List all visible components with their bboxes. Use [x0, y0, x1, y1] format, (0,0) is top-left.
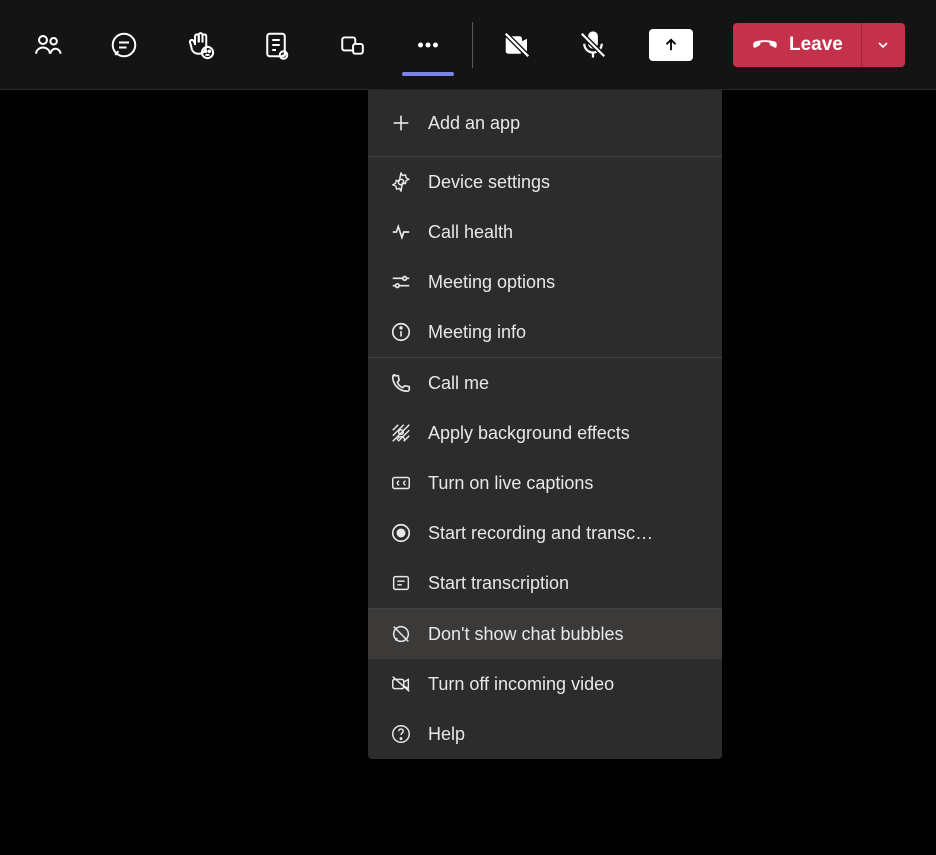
reactions-icon: [185, 30, 215, 60]
menu-item-start-transcription[interactable]: Start transcription: [368, 558, 722, 608]
phone-icon: [390, 372, 412, 394]
menu-item-start-recording[interactable]: Start recording and transc…: [368, 508, 722, 558]
menu-label: Call me: [428, 373, 489, 394]
menu-item-device-settings[interactable]: Device settings: [368, 157, 722, 207]
menu-label: Turn on live captions: [428, 473, 593, 494]
more-actions-menu: Add an app Device settings Call health M…: [368, 90, 722, 759]
toolbar-divider: [472, 22, 473, 68]
menu-item-background-effects[interactable]: Apply background effects: [368, 408, 722, 458]
menu-label: Add an app: [428, 113, 520, 134]
share-up-icon: [662, 36, 680, 54]
menu-label: Device settings: [428, 172, 550, 193]
menu-item-chat-bubbles[interactable]: Don't show chat bubbles: [368, 609, 722, 659]
mic-button[interactable]: [555, 0, 631, 90]
menu-label: Help: [428, 724, 465, 745]
menu-label: Turn off incoming video: [428, 674, 614, 695]
menu-item-call-health[interactable]: Call health: [368, 207, 722, 257]
rooms-button[interactable]: [314, 0, 390, 90]
video-off-icon: [390, 673, 412, 695]
menu-item-incoming-video-off[interactable]: Turn off incoming video: [368, 659, 722, 709]
transcript-icon: [390, 572, 412, 594]
menu-label: Call health: [428, 222, 513, 243]
record-icon: [390, 522, 412, 544]
cc-icon: [390, 472, 412, 494]
camera-button[interactable]: [479, 0, 555, 90]
camera-off-icon: [502, 30, 532, 60]
people-button[interactable]: [10, 0, 86, 90]
notes-button[interactable]: [238, 0, 314, 90]
menu-label: Meeting options: [428, 272, 555, 293]
menu-item-live-captions[interactable]: Turn on live captions: [368, 458, 722, 508]
plus-icon: [390, 112, 412, 134]
more-icon: [413, 30, 443, 60]
menu-item-meeting-options[interactable]: Meeting options: [368, 257, 722, 307]
chat-off-icon: [390, 623, 412, 645]
leave-dropdown-button[interactable]: [861, 23, 905, 67]
menu-label: Meeting info: [428, 322, 526, 343]
menu-item-call-me[interactable]: Call me: [368, 358, 722, 408]
chat-icon: [109, 30, 139, 60]
hangup-icon: [751, 31, 779, 59]
share-button[interactable]: [649, 29, 693, 61]
notes-icon: [261, 30, 291, 60]
rooms-icon: [339, 32, 365, 58]
menu-item-meeting-info[interactable]: Meeting info: [368, 307, 722, 357]
menu-label: Start recording and transc…: [428, 523, 653, 544]
pulse-icon: [390, 221, 412, 243]
menu-label: Don't show chat bubbles: [428, 624, 624, 645]
info-icon: [390, 321, 412, 343]
gear-icon: [390, 171, 412, 193]
people-icon: [33, 30, 63, 60]
menu-item-add-app[interactable]: Add an app: [368, 90, 722, 156]
leave-label: Leave: [789, 34, 843, 56]
menu-item-help[interactable]: Help: [368, 709, 722, 759]
leave-button[interactable]: Leave: [733, 23, 861, 67]
sliders-icon: [390, 271, 412, 293]
meeting-toolbar: Leave: [0, 0, 936, 90]
help-icon: [390, 723, 412, 745]
menu-label: Apply background effects: [428, 423, 630, 444]
chat-button[interactable]: [86, 0, 162, 90]
reactions-button[interactable]: [162, 0, 238, 90]
leave-group: Leave: [733, 23, 905, 67]
mic-off-icon: [578, 30, 608, 60]
background-icon: [390, 422, 412, 444]
active-indicator: [402, 72, 454, 76]
menu-label: Start transcription: [428, 573, 569, 594]
more-button[interactable]: [390, 0, 466, 90]
chevron-down-icon: [875, 37, 891, 53]
